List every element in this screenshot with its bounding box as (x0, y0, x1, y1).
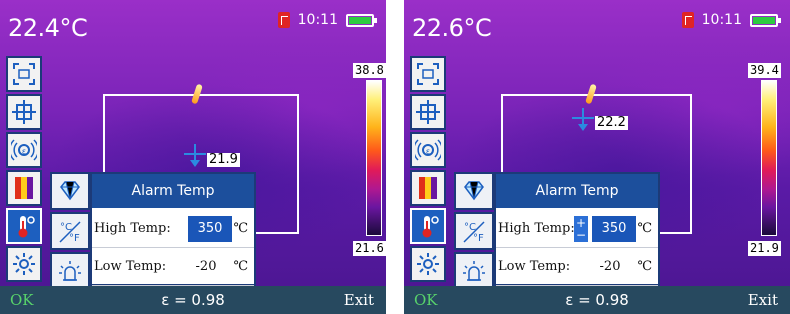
alarm-temp-button[interactable] (6, 208, 42, 244)
spot-temperature-label: 21.9 (207, 152, 240, 167)
svg-text:°F: °F (69, 233, 80, 244)
palette-max-label: 39.4 (748, 63, 781, 78)
gear-icon (13, 253, 35, 275)
area-measure-button[interactable] (410, 56, 446, 92)
center-spot-button[interactable] (6, 94, 42, 130)
palette-icon (419, 177, 437, 199)
bottom-bar: OK ε = 0.98 Exit (404, 286, 790, 314)
value-stepper[interactable]: + − (574, 216, 588, 242)
low-temp-label: Low Temp: (94, 259, 167, 274)
unit-c-f-icon: °C°F (463, 221, 485, 244)
alarm-temp-button[interactable] (410, 208, 446, 244)
svg-text:ε: ε (426, 147, 430, 156)
sub-diamond-button[interactable] (454, 172, 494, 210)
emissivity-readout: ε = 0.98 (565, 291, 629, 309)
exit-button[interactable]: Exit (748, 291, 778, 309)
emissivity-readout: ε = 0.98 (161, 291, 225, 309)
stepper-minus-button[interactable]: − (576, 229, 586, 241)
sd-card-icon (681, 12, 694, 28)
bottom-bar: OK ε = 0.98 Exit (0, 286, 386, 314)
area-measure-icon (417, 63, 439, 85)
sub-unit-button[interactable]: °C °F (50, 212, 90, 250)
spot-crosshair-icon (572, 108, 594, 132)
emissivity-button[interactable]: ε (410, 132, 446, 168)
sub-diamond-button[interactable] (50, 172, 90, 210)
sub-alarm-button[interactable] (50, 252, 90, 290)
status-bar: 10:11 (681, 12, 781, 28)
thermal-screen-right: 22.6°C 10:11 22.2 39.4 21.9 ε °C °F Alar… (404, 0, 790, 314)
high-temp-label: High Temp: (94, 221, 171, 236)
dialog-title: Alarm Temp (496, 174, 658, 210)
gear-icon (417, 253, 439, 275)
high-temp-label: High Temp: (498, 221, 575, 236)
svg-text:°F: °F (473, 233, 484, 244)
thermometer-icon (18, 216, 35, 238)
side-toolbar: ε (6, 56, 42, 282)
sub-unit-button[interactable]: °C °F (454, 212, 494, 250)
emissivity-button[interactable]: ε (6, 132, 42, 168)
palette-button[interactable] (6, 170, 42, 206)
palette-icon (15, 177, 33, 199)
spot-crosshair-icon (184, 144, 206, 168)
settings-button[interactable] (6, 246, 42, 282)
center-temperature-reading: 22.4°C (8, 14, 88, 42)
color-palette-bar (761, 80, 777, 236)
alarm-light-icon (463, 261, 485, 281)
high-temp-value[interactable]: 350 (592, 215, 636, 242)
sub-alarm-button[interactable] (454, 252, 494, 290)
area-measure-button[interactable] (6, 56, 42, 92)
center-spot-button[interactable] (410, 94, 446, 130)
diamond-icon (464, 181, 484, 201)
unit-c-f-icon: °C°F (59, 221, 81, 244)
palette-min-label: 21.6 (353, 241, 386, 256)
high-temp-row[interactable]: High Temp: 350 ℃ (92, 210, 254, 248)
emissivity-icon: ε (11, 139, 37, 161)
battery-icon (346, 13, 377, 27)
high-temp-unit: ℃ (637, 221, 652, 236)
sd-card-icon (277, 12, 290, 28)
diamond-icon (60, 181, 80, 201)
color-palette-bar (366, 80, 382, 236)
high-temp-unit: ℃ (233, 221, 248, 236)
center-temperature-reading: 22.6°C (412, 14, 492, 42)
low-temp-label: Low Temp: (498, 259, 571, 274)
low-temp-value[interactable]: -20 (590, 259, 630, 274)
side-toolbar: ε (410, 56, 446, 282)
svg-text:ε: ε (22, 147, 26, 156)
high-temp-row[interactable]: High Temp: + − 350 ℃ (496, 210, 658, 248)
low-temp-value[interactable]: -20 (186, 259, 226, 274)
palette-min-label: 21.9 (748, 241, 781, 256)
palette-button[interactable] (410, 170, 446, 206)
spot-temperature-label: 22.2 (595, 115, 628, 130)
low-temp-unit: ℃ (637, 259, 652, 274)
center-spot-icon (416, 100, 440, 124)
palette-max-label: 38.8 (353, 63, 386, 78)
exit-button[interactable]: Exit (344, 291, 374, 309)
alarm-temp-dialog: Alarm Temp High Temp: 350 ℃ Low Temp: -2… (90, 172, 256, 286)
low-temp-row[interactable]: Low Temp: -20 ℃ (496, 248, 658, 286)
low-temp-row[interactable]: Low Temp: -20 ℃ (92, 248, 254, 286)
alarm-temp-dialog: Alarm Temp High Temp: + − 350 ℃ Low Temp… (494, 172, 660, 286)
settings-button[interactable] (410, 246, 446, 282)
sub-panel: °C °F (50, 172, 90, 290)
dialog-title: Alarm Temp (92, 174, 254, 210)
clock: 10:11 (297, 12, 338, 28)
status-bar: 10:11 (277, 12, 377, 28)
alarm-light-icon (59, 261, 81, 281)
area-measure-icon (13, 63, 35, 85)
center-spot-icon (12, 100, 36, 124)
emissivity-icon: ε (415, 139, 441, 161)
low-temp-unit: ℃ (233, 259, 248, 274)
thermal-screen-left: 22.4°C 10:11 21.9 38.8 21.6 ε °C °F Alar… (0, 0, 386, 314)
battery-icon (750, 13, 781, 27)
thermometer-icon (422, 216, 439, 238)
clock: 10:11 (701, 12, 742, 28)
high-temp-value[interactable]: 350 (188, 215, 232, 242)
sub-panel: °C °F (454, 172, 494, 290)
